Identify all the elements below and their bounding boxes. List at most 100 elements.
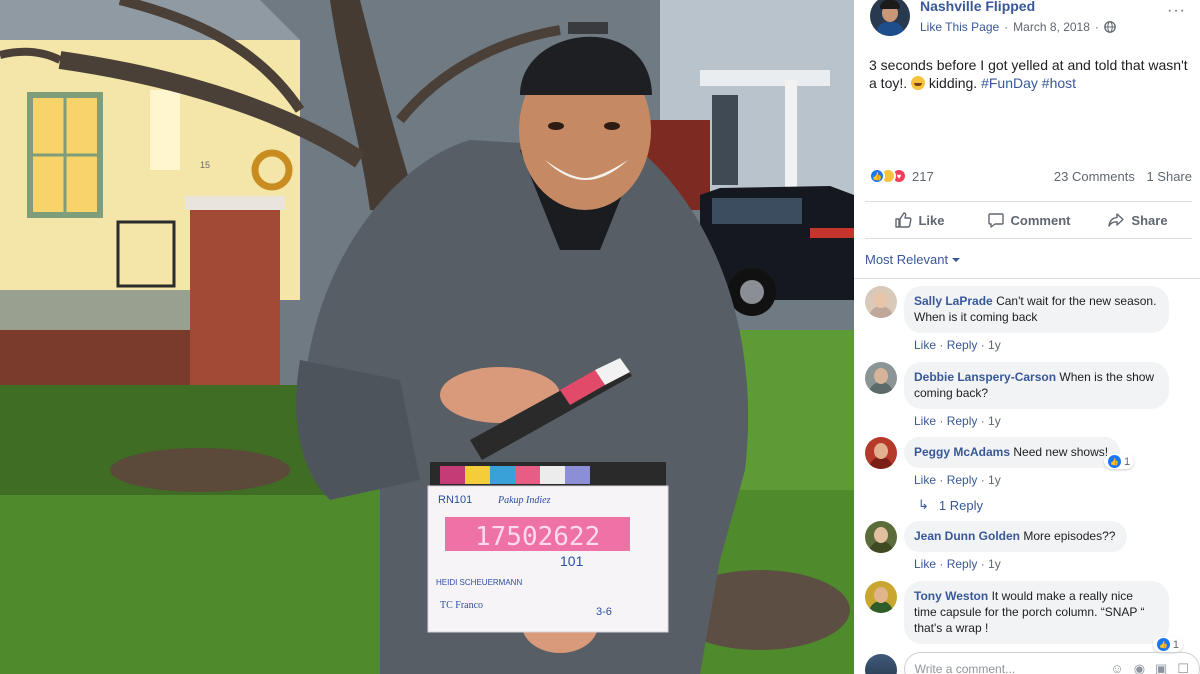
avatar[interactable] [865, 286, 897, 318]
like-reaction-icon: 👍 [1156, 638, 1170, 651]
post-options-icon[interactable]: ··· [1167, 2, 1186, 20]
post-date[interactable]: March 8, 2018 [1013, 20, 1090, 34]
avatar[interactable] [865, 521, 897, 553]
comment-reply-link[interactable]: Reply [947, 473, 978, 487]
comment-time[interactable]: 1y [988, 473, 1001, 487]
reactions-summary: 👍 ♥ 217 23 Comments 1 Share [869, 168, 1192, 184]
comment-author[interactable]: Sally LaPrade [914, 294, 993, 308]
avatar[interactable] [865, 581, 897, 613]
comment-item: Sally LaPrade Can't wait for the new sea… [865, 286, 1192, 352]
comment-author[interactable]: Jean Dunn Golden [914, 529, 1020, 543]
comments-count[interactable]: 23 Comments [1054, 169, 1135, 184]
avatar[interactable] [865, 437, 897, 469]
camera-icon[interactable]: ◉ [1134, 661, 1145, 674]
clapper-camera: TC Franco [440, 600, 483, 611]
comment-actions: Like · Reply · 1y [914, 557, 1001, 571]
comment-bubble: Debbie Lanspery-Carson When is the show … [904, 362, 1169, 409]
clapper-timecode: 17502622 [475, 522, 600, 552]
comment-bubble: Peggy McAdams Need new shows! [904, 437, 1121, 468]
comment-item: Jean Dunn Golden More episodes?? Like · … [865, 521, 1192, 571]
comment-button-label: Comment [1010, 212, 1071, 228]
comment-reaction-badge[interactable]: 👍 1 [1103, 454, 1135, 469]
page-name-link[interactable]: Nashville Flipped [920, 0, 1116, 14]
gif-icon[interactable]: ▣ [1155, 661, 1167, 674]
meta-separator-2: · [1094, 20, 1099, 34]
caret-down-icon [952, 257, 961, 262]
comment-sort-dropdown[interactable]: Most Relevant [865, 252, 961, 267]
comment-item: Tony Weston It would make a really nice … [865, 581, 1192, 652]
emoji-picker-icon[interactable]: ☺ [1110, 661, 1123, 674]
clapper-director: HEIDI SCHEUERMANN [436, 578, 522, 587]
clapper-roll: RN101 [438, 494, 472, 506]
comment-actions: Like · Reply · 1y [914, 473, 1001, 487]
comment-input-placeholder: Write a comment... [914, 662, 1016, 674]
comment-like-link[interactable]: Like [914, 414, 936, 428]
hashtag-host[interactable]: #host [1042, 75, 1076, 91]
comment-item: Debbie Lanspery-Carson When is the show … [865, 362, 1192, 428]
page-avatar[interactable] [870, 0, 910, 36]
comment-bubble: Sally LaPrade Can't wait for the new sea… [904, 286, 1169, 333]
comment-reply-link[interactable]: Reply [947, 414, 978, 428]
comment-like-link[interactable]: Like [914, 338, 936, 352]
clapper-production: Pakup Indiez [497, 495, 551, 506]
comment-bubble: Tony Weston It would make a really nice … [904, 581, 1169, 644]
comment-item: Peggy McAdams Need new shows! 👍 1 Like ·… [865, 437, 1192, 487]
photo-scene: 15 RN101 Pakup Indiez 17502622 101 HEIDI… [0, 0, 854, 674]
replies-count: 1 Reply [938, 497, 983, 513]
porch-brick [0, 330, 190, 390]
like-reaction-icon: 👍 [869, 168, 885, 184]
shares-count[interactable]: 1 Share [1146, 169, 1192, 184]
comment-text: Need new shows! [1013, 445, 1109, 459]
comment-reaction-count: 1 [1123, 455, 1131, 468]
sticker-icon[interactable]: ☐ [1177, 661, 1189, 674]
like-page-link[interactable]: Like This Page [920, 20, 999, 34]
clapper-scene: 101 [560, 553, 584, 569]
comment-author[interactable]: Tony Weston [914, 589, 988, 603]
comment-like-link[interactable]: Like [914, 473, 936, 487]
smiley-emoji-icon [911, 76, 926, 90]
comment-button[interactable]: Comment [974, 202, 1083, 238]
avatar[interactable] [865, 362, 897, 394]
comment-input[interactable]: Write a comment... ☺ ◉ ▣ ☐ [903, 652, 1200, 674]
write-comment-row: Write a comment... ☺ ◉ ▣ ☐ [865, 652, 1200, 674]
post-photo[interactable]: 15 RN101 Pakup Indiez 17502622 101 HEIDI… [0, 0, 854, 674]
comment-like-link[interactable]: Like [914, 557, 936, 571]
share-button-label: Share [1131, 212, 1168, 228]
globe-icon [1104, 21, 1116, 33]
comment-time[interactable]: 1y [988, 338, 1001, 352]
comment-bubble: Jean Dunn Golden More episodes?? [904, 521, 1128, 552]
view-replies-link[interactable]: ↳ 1 Reply [918, 497, 983, 513]
comment-reaction-count: 1 [1172, 638, 1179, 651]
caption-after-emoji: kidding. [928, 75, 978, 91]
like-button-label: Like [918, 212, 945, 228]
thumbs-up-icon [895, 212, 913, 228]
comment-time[interactable]: 1y [988, 414, 1001, 428]
reaction-icons[interactable]: 👍 ♥ [869, 168, 907, 184]
house-number: 15 [200, 160, 210, 170]
comment-actions: Like · Reply · 1y [914, 414, 1001, 428]
post-actions: Like Comment Share [865, 201, 1192, 239]
brick-column [190, 205, 280, 395]
comment-author[interactable]: Debbie Lanspery-Carson [914, 370, 1056, 384]
comment-author[interactable]: Peggy McAdams [914, 445, 1010, 459]
post-caption: 3 seconds before I got yelled at and tol… [869, 56, 1189, 92]
like-reaction-icon: 👍 [1107, 455, 1121, 468]
meta-separator: · [1004, 20, 1009, 34]
speech-bubble-icon [987, 213, 1004, 228]
reply-arrow-icon: ↳ [918, 497, 929, 512]
comment-actions: Like · Reply · 1y [914, 338, 1001, 352]
comment-text: More episodes?? [1023, 529, 1116, 543]
avatar[interactable] [865, 654, 897, 674]
hashtag-funday[interactable]: #FunDay [981, 75, 1038, 91]
comment-reply-link[interactable]: Reply [947, 338, 978, 352]
post-header: Nashville Flipped Like This Page · March… [870, 0, 1116, 40]
comment-reaction-badge[interactable]: 👍 1 [1152, 637, 1183, 652]
post-side-panel: Nashville Flipped Like This Page · March… [854, 0, 1200, 674]
like-button[interactable]: Like [865, 202, 974, 238]
divider [854, 278, 1200, 279]
share-button[interactable]: Share [1083, 202, 1192, 238]
reaction-count[interactable]: 217 [912, 169, 934, 184]
clapper-take: 3-6 [596, 606, 612, 618]
comment-reply-link[interactable]: Reply [947, 557, 978, 571]
comment-time[interactable]: 1y [988, 557, 1001, 571]
